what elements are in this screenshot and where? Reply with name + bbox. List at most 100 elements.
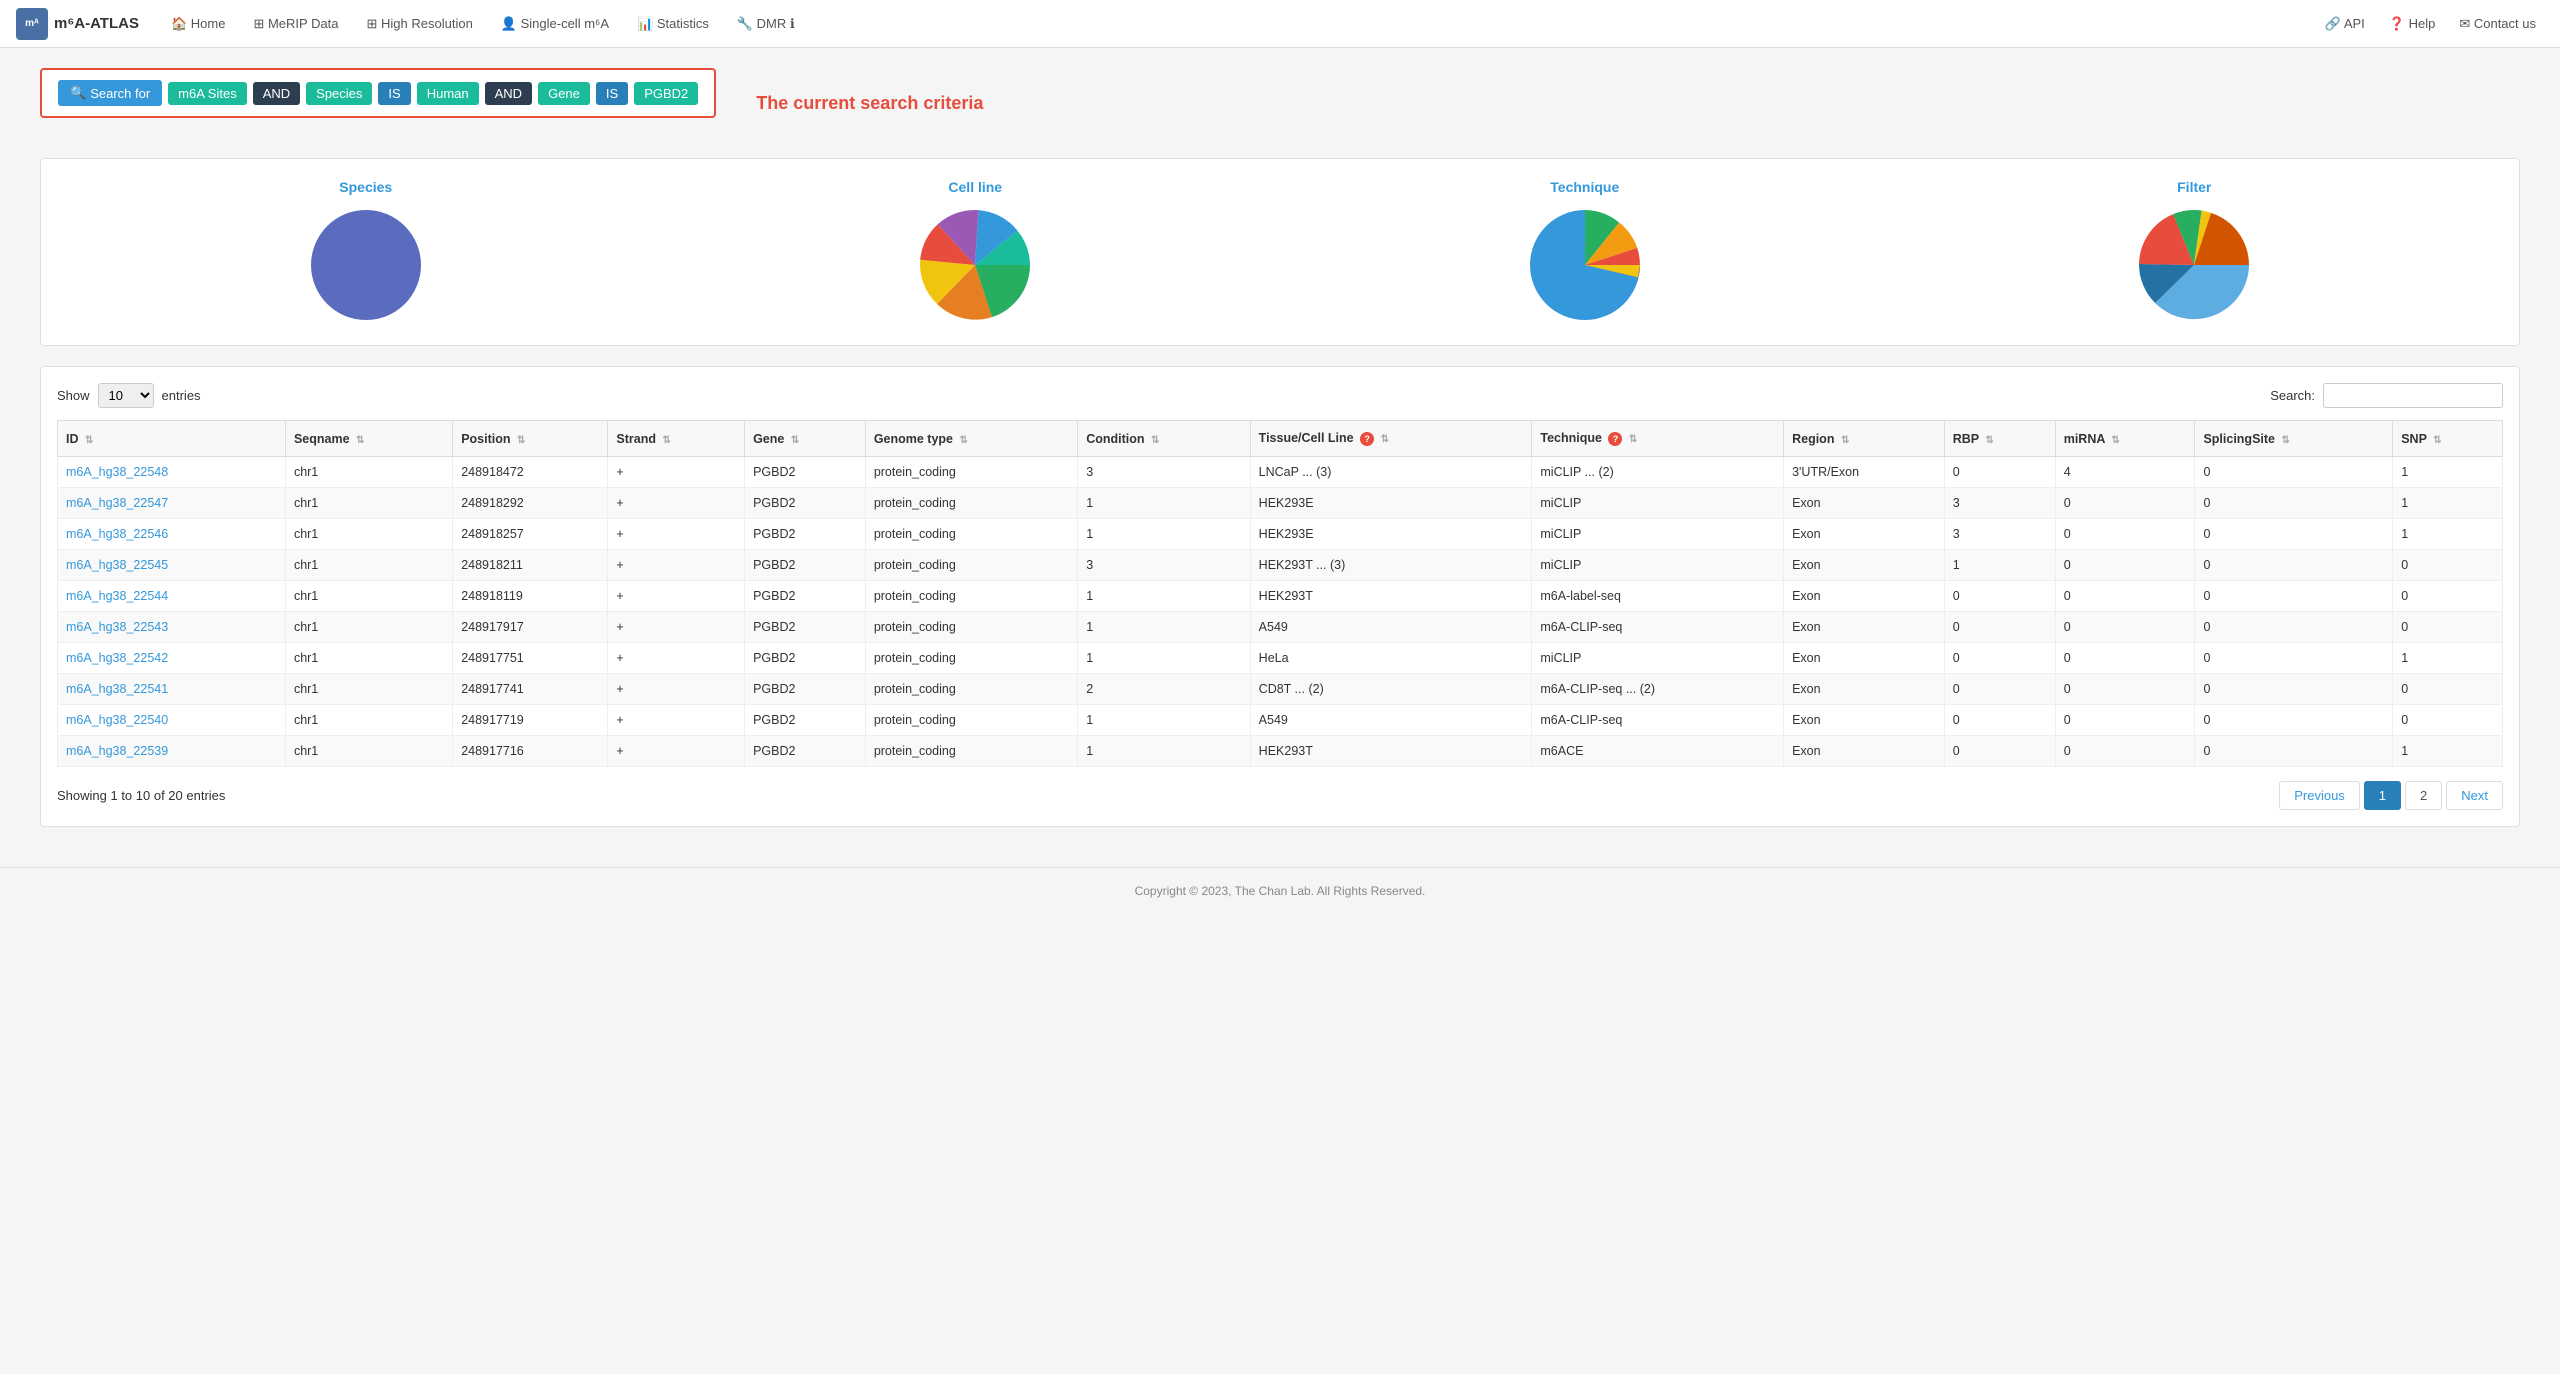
cell-genome-type: protein_coding — [865, 581, 1077, 612]
cell-condition: 1 — [1078, 643, 1250, 674]
nav-merip[interactable]: ⊞ MeRIP Data — [241, 10, 350, 38]
nav-statistics[interactable]: 📊 Statistics — [625, 10, 721, 38]
chart-technique-svg — [1525, 205, 1645, 325]
id-link[interactable]: m6A_hg38_22543 — [66, 620, 168, 634]
cell-rbp: 1 — [1944, 550, 2055, 581]
next-button[interactable]: Next — [2446, 781, 2503, 810]
search-label: Search: — [2270, 388, 2315, 403]
nav-help[interactable]: ❓ Help — [2381, 12, 2444, 36]
col-technique[interactable]: Technique ? ⇅ — [1532, 421, 1784, 457]
id-link[interactable]: m6A_hg38_22548 — [66, 465, 168, 479]
footer: Copyright © 2023, The Chan Lab. All Righ… — [0, 867, 2560, 914]
search-icon: 🔍 — [70, 85, 86, 101]
nav-api[interactable]: 🔗 API — [2317, 12, 2373, 36]
brand-logo[interactable]: mᴬ m⁶A-ATLAS — [16, 8, 139, 40]
col-id[interactable]: ID ⇅ — [58, 421, 286, 457]
cell-splicing: 0 — [2195, 519, 2393, 550]
cell-technique: m6ACE — [1532, 736, 1784, 767]
cell-position: 248918211 — [453, 550, 608, 581]
tag-gene[interactable]: Gene — [538, 82, 590, 105]
entries-select[interactable]: 10 25 50 100 — [98, 383, 154, 408]
page-1-button[interactable]: 1 — [2364, 781, 2401, 810]
cell-strand: + — [608, 674, 745, 705]
col-snp[interactable]: SNP ⇅ — [2393, 421, 2503, 457]
cell-genome-type: protein_coding — [865, 674, 1077, 705]
id-link[interactable]: m6A_hg38_22544 — [66, 589, 168, 603]
tissue-info-icon[interactable]: ? — [1360, 432, 1374, 446]
chart-cellline: Cell line — [915, 179, 1035, 325]
cell-genome-type: protein_coding — [865, 488, 1077, 519]
id-link[interactable]: m6A_hg38_22546 — [66, 527, 168, 541]
nav-contact[interactable]: ✉ Contact us — [2451, 12, 2544, 36]
tag-m6a-sites[interactable]: m6A Sites — [168, 82, 247, 105]
cell-snp: 0 — [2393, 581, 2503, 612]
id-link[interactable]: m6A_hg38_22540 — [66, 713, 168, 727]
tag-is-1: IS — [378, 82, 410, 105]
footer-text: Copyright © 2023, The Chan Lab. All Righ… — [1135, 884, 1426, 898]
cell-tissue: HEK293E — [1250, 488, 1532, 519]
cell-id: m6A_hg38_22539 — [58, 736, 286, 767]
brand-icon: mᴬ — [16, 8, 48, 40]
nav-highres[interactable]: ⊞ High Resolution — [355, 10, 485, 38]
cell-mirna: 4 — [2055, 457, 2195, 488]
cell-position: 248917716 — [453, 736, 608, 767]
cell-snp: 1 — [2393, 643, 2503, 674]
cell-strand: + — [608, 705, 745, 736]
show-label: Show — [57, 388, 90, 403]
prev-button[interactable]: Previous — [2279, 781, 2360, 810]
cell-id: m6A_hg38_22541 — [58, 674, 286, 705]
cell-mirna: 0 — [2055, 519, 2195, 550]
technique-info-icon[interactable]: ? — [1608, 432, 1622, 446]
col-strand[interactable]: Strand ⇅ — [608, 421, 745, 457]
cell-region: Exon — [1784, 736, 1945, 767]
search-button-label: Search for — [90, 86, 150, 101]
col-seqname[interactable]: Seqname ⇅ — [285, 421, 452, 457]
tag-species[interactable]: Species — [306, 82, 372, 105]
cell-gene: PGBD2 — [745, 612, 866, 643]
cell-seqname: chr1 — [285, 705, 452, 736]
col-splicing[interactable]: SplicingSite ⇅ — [2195, 421, 2393, 457]
id-link[interactable]: m6A_hg38_22542 — [66, 651, 168, 665]
nav-right: 🔗 API ❓ Help ✉ Contact us — [2317, 12, 2544, 36]
table-controls: Show 10 25 50 100 entries Search: — [57, 383, 2503, 408]
col-position[interactable]: Position ⇅ — [453, 421, 608, 457]
cell-technique: miCLIP — [1532, 488, 1784, 519]
page-2-button[interactable]: 2 — [2405, 781, 2442, 810]
table-row: m6A_hg38_22543 chr1 248917917 + PGBD2 pr… — [58, 612, 2503, 643]
cell-technique: miCLIP ... (2) — [1532, 457, 1784, 488]
cell-genome-type: protein_coding — [865, 612, 1077, 643]
id-link[interactable]: m6A_hg38_22539 — [66, 744, 168, 758]
tag-human[interactable]: Human — [417, 82, 479, 105]
table-row: m6A_hg38_22540 chr1 248917719 + PGBD2 pr… — [58, 705, 2503, 736]
col-mirna[interactable]: miRNA ⇅ — [2055, 421, 2195, 457]
tag-pgbd2[interactable]: PGBD2 — [634, 82, 698, 105]
cell-splicing: 0 — [2195, 705, 2393, 736]
cell-technique: m6A-CLIP-seq — [1532, 705, 1784, 736]
nav-dmr[interactable]: 🔧 DMR ℹ — [725, 10, 807, 38]
cell-tissue: HEK293T — [1250, 736, 1532, 767]
col-gene[interactable]: Gene ⇅ — [745, 421, 866, 457]
nav-home[interactable]: 🏠 Home — [159, 10, 237, 38]
cell-seqname: chr1 — [285, 643, 452, 674]
showing-text: Showing 1 to 10 of 20 entries — [57, 788, 225, 803]
cell-condition: 1 — [1078, 612, 1250, 643]
cell-rbp: 0 — [1944, 643, 2055, 674]
cell-splicing: 0 — [2195, 643, 2393, 674]
search-button[interactable]: 🔍 Search for — [58, 80, 162, 106]
col-tissue[interactable]: Tissue/Cell Line ? ⇅ — [1250, 421, 1532, 457]
col-region[interactable]: Region ⇅ — [1784, 421, 1945, 457]
id-link[interactable]: m6A_hg38_22547 — [66, 496, 168, 510]
nav-singlecell[interactable]: 👤 Single-cell m⁶A — [489, 10, 621, 38]
table-search-input[interactable] — [2323, 383, 2503, 408]
cell-rbp: 0 — [1944, 705, 2055, 736]
col-genome-type[interactable]: Genome type ⇅ — [865, 421, 1077, 457]
col-condition[interactable]: Condition ⇅ — [1078, 421, 1250, 457]
col-rbp[interactable]: RBP ⇅ — [1944, 421, 2055, 457]
cell-tissue: HeLa — [1250, 643, 1532, 674]
cell-strand: + — [608, 643, 745, 674]
cell-position: 248917751 — [453, 643, 608, 674]
id-link[interactable]: m6A_hg38_22545 — [66, 558, 168, 572]
show-entries: Show 10 25 50 100 entries — [57, 383, 201, 408]
cell-splicing: 0 — [2195, 457, 2393, 488]
id-link[interactable]: m6A_hg38_22541 — [66, 682, 168, 696]
